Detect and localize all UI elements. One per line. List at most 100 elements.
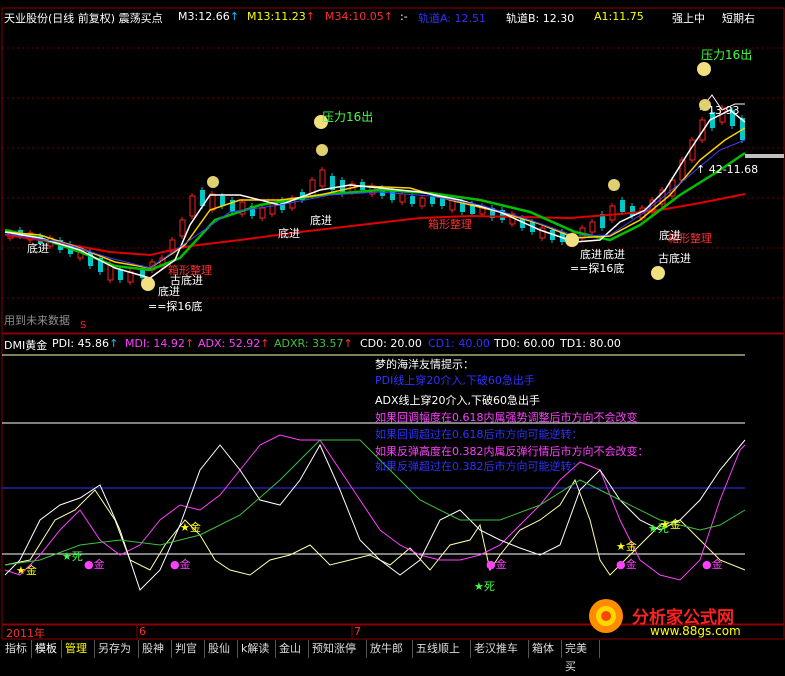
watermark-logo [586,596,626,639]
candlesticks [7,105,745,285]
m3-label: M3:12.66↑ [178,10,239,23]
tab-12[interactable]: 老汉推车 [471,640,529,658]
tab-5[interactable]: 判官 [172,640,205,658]
channel-red-line [4,193,746,257]
tip-pullback-reverse: 如果回调超过在0.618后市方向可能逆转： [375,428,583,441]
pdi-label: PDI: [52,337,75,350]
pdi-readout: PDI: 45.86↑ [52,337,118,350]
cd0-label: CD0: [360,337,387,350]
moneybag-icon [207,176,219,188]
td1-readout: TD1: 80.00 [560,337,621,350]
candle-body [399,193,406,203]
cd0-readout: CD0: 20.00 [360,337,422,350]
tip-rebound-strong: 如果反弹高度在0.382内属反弹行情后市方向不会改变： [375,445,649,458]
adx-value: 52.92 [228,337,261,350]
cd1-value: 40.00 [458,337,490,350]
adx-arrow: ↑ [260,337,270,350]
cd1-label: CD1: [428,337,455,350]
smiley-icon [141,277,155,291]
mdi-value: 14.92 [153,337,185,350]
track-a: 轨道A: 12.51 [418,10,486,26]
m34-arrow: ↑ [383,10,393,23]
td0-label: TD0: [494,337,520,350]
tip-rebound-reverse: 如果反弹超过在0.382后市方向可能逆转： [375,460,583,473]
tab-13[interactable]: 箱体 [529,640,562,658]
tab-8[interactable]: 金山 [276,640,309,658]
tab-2[interactable]: 管理 [62,640,95,658]
candle-body [589,221,596,233]
s-mark: S [80,320,87,331]
candle-body [118,270,123,280]
td1-label: TD1: [560,337,586,350]
gold-cross-mark: ★金 [616,540,637,553]
td1-value: 80.00 [589,337,621,350]
adxr-label: ADXR: [274,337,309,350]
chart-canvas [1,7,785,640]
gold-cross-mark: ★金 [16,564,37,577]
m13-label-text: M13: [247,10,275,23]
ma-blue-line [4,139,746,269]
pdi-arrow: ↑ [109,337,119,350]
tab-14[interactable]: 完美买 [562,640,600,673]
value-1393: 13.93 [708,104,740,117]
price-panel-frame [1,7,785,334]
candle-body [209,193,216,211]
dijin-label-1: 底进 [27,242,49,255]
gold-dot-mark: ●金 [616,558,637,571]
td0-readout: TD0: 60.00 [494,337,555,350]
m3-label-text: M3: [178,10,199,23]
tab-9[interactable]: 预知涨停 [309,640,367,658]
tab-10[interactable]: 放牛郎 [367,640,413,658]
tab-7[interactable]: k解读 [238,640,276,658]
m34-label: M34:10.05↑ [325,10,393,23]
track-b-label: 轨道B: [506,12,540,25]
td0-value: 60.00 [523,337,555,350]
strong-label: 强上中 [672,12,705,25]
a1: A1:11.75 [594,10,644,23]
dijin-label-7: 底进 [659,229,681,242]
sunflower-icon [589,599,623,633]
tab-11[interactable]: 五线顺上 [413,640,471,658]
gold-dot-mark: ●金 [486,558,507,571]
pressure-label-left: 压力16出 [322,110,374,124]
tip-pullback-strong: 如果回调幅度在0.618内属强势调整后市方向不会改变 [375,411,638,424]
tab-6[interactable]: 股仙 [205,640,238,658]
a1-label: A1: [594,10,613,23]
smiley-icon [697,62,711,76]
box-label-2: 箱形整理 [428,218,472,231]
watermark-url: www.88gs.com [650,624,741,638]
death-cross-mark: ★死 [62,550,83,563]
a1-value: 11.75 [612,10,644,23]
candle-body [259,207,266,219]
tip-pdi: PDI线上穿20介入,下破60急出手 [375,374,535,387]
smiley-icon [651,266,665,280]
timeline-year: 2011年 [6,627,45,640]
tab-3[interactable]: 另存为 [95,640,139,658]
gu-dijin-label-1: 古底进 [170,274,203,287]
adxr-arrow: ↑ [343,337,353,350]
candle-body [189,195,196,217]
cd0-value: 20.00 [390,337,422,350]
adx-readout: ADX: 52.92↑ [198,337,269,350]
track-b-value: 12.30 [542,12,575,25]
dijin-label-2: 底进 [278,227,300,240]
tip-adx: ADX线上穿20介入,下破60急出手 [375,394,541,407]
candle-body [410,196,415,204]
adxr-value: 33.57 [312,337,344,350]
tab-0[interactable]: 指标 [2,640,32,658]
sep-label: :- [400,10,408,23]
m13-value: 11.23 [274,10,306,23]
m34-label-text: M34: [325,10,353,23]
tab-4[interactable]: 股神 [139,640,172,658]
cd1-readout: CD1: 40.00 [428,337,490,350]
tab-1[interactable]: 模板 [32,640,62,658]
short-term-label: 短期右 [722,12,755,25]
pressure-label-right: 压力16出 [701,48,753,62]
smiley-icons [141,62,711,291]
gold-dot-mark: ●金 [170,558,191,571]
moneybag-icon [608,179,620,191]
future-data-note: 用到未来数据 [4,314,70,327]
timeline-month-6: 6 [139,625,146,638]
adx-label: ADX: [198,337,226,350]
range-label: ↑ 42-11.68 [696,163,759,176]
